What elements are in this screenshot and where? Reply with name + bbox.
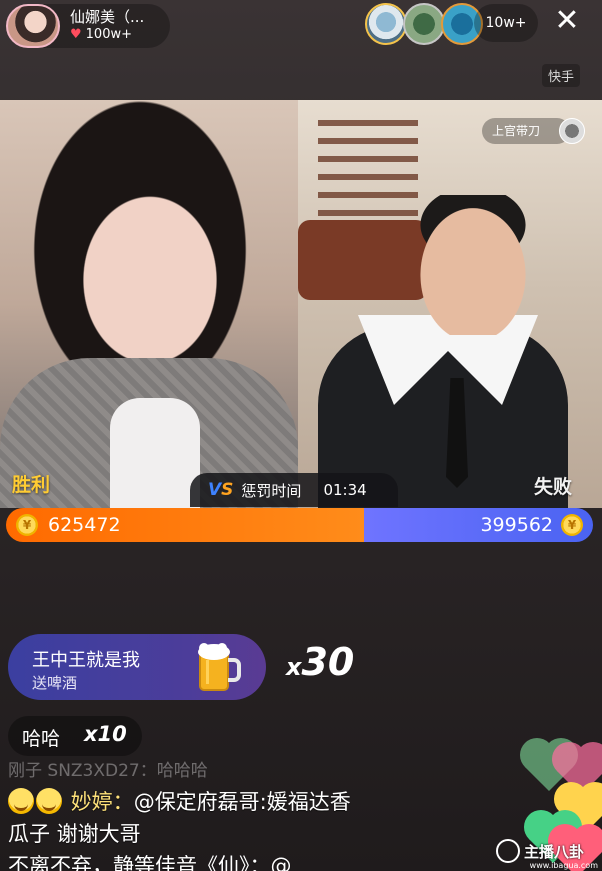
- pk-score-bar: ¥ 625472 399562 ¥: [6, 508, 593, 542]
- opponent-avatar[interactable]: [559, 118, 585, 144]
- chat-list[interactable]: 刚子 SNZ3XD27：哈哈哈 妙婷：@保定府磊哥:媛福达香 瓜子 谢谢大哥 不…: [8, 760, 508, 871]
- live-stream-screen: 仙娜美（... ♥ 100w+ 10w+ ✕ 快手 上官带刀 胜利 失败 VS …: [0, 0, 602, 871]
- chat-text: @保定府磊哥:媛福达香: [133, 790, 351, 814]
- host-name: 仙娜美（...: [70, 8, 145, 26]
- host-avatar[interactable]: [6, 4, 60, 48]
- viewer-avatar[interactable]: [403, 3, 445, 45]
- host-likes: ♥ 100w+: [70, 26, 144, 44]
- host-info: 仙娜美（... ♥ 100w+: [70, 8, 144, 44]
- vs-icon: VS: [208, 480, 234, 500]
- watermark-logo-icon: [496, 839, 520, 863]
- close-icon[interactable]: ✕: [551, 6, 583, 38]
- opponent-video[interactable]: [298, 100, 602, 508]
- opponent-score: 399562: [480, 514, 553, 536]
- chat-message: 刚子 SNZ3XD27：哈哈哈: [8, 761, 208, 781]
- phase-label: 惩罚时间: [241, 481, 302, 500]
- combo-count: x10: [84, 722, 127, 746]
- host-video[interactable]: [0, 100, 298, 508]
- coin-icon: ¥: [561, 514, 583, 536]
- viewer-count[interactable]: 10w+: [474, 4, 538, 42]
- opponent-name-tag[interactable]: 上官带刀: [482, 118, 571, 144]
- coin-icon: ¥: [16, 514, 38, 536]
- chat-message: 妙婷：@保定府磊哥:媛福达香: [8, 786, 508, 818]
- combo-chip: 哈哈 x10: [8, 716, 142, 756]
- watermark: 主播八卦 www.ibagua.com: [496, 834, 602, 870]
- chat-message: 不离不弃，静等佳音《仙》：@: [8, 854, 292, 871]
- gift-multiplier: x30: [286, 640, 354, 684]
- opponent-score-fill: 399562 ¥: [364, 508, 593, 542]
- gift-banner: 王中王就是我 送啤酒: [8, 634, 266, 700]
- host-score: 625472: [48, 514, 121, 536]
- watermark-text: 主播八卦: [524, 842, 585, 861]
- viewer-avatar[interactable]: [365, 3, 407, 45]
- opponent-video-sofa: [298, 220, 428, 300]
- chat-username[interactable]: 妙婷：: [71, 790, 134, 814]
- host-video-shirt: [110, 398, 200, 508]
- timer-value: 01:34: [323, 481, 367, 499]
- watermark-url: www.ibagua.com: [529, 861, 598, 870]
- host-score-fill: ¥ 625472: [6, 508, 365, 542]
- opponent-result-label: 失败: [534, 476, 573, 498]
- chat-message-continued: 瓜子 谢谢大哥: [8, 822, 141, 846]
- opponent-video-face: [418, 195, 528, 335]
- smile-emoji-icon: [8, 788, 34, 814]
- beer-icon: [198, 643, 241, 691]
- host-likes-count: 100w+: [85, 27, 132, 42]
- gift-multiplier-prefix: x: [286, 653, 302, 681]
- viewer-avatars[interactable]: [365, 2, 483, 46]
- gift-multiplier-count: 30: [301, 640, 355, 684]
- smile-emoji-icon: [36, 788, 62, 814]
- combo-text: 哈哈: [22, 728, 61, 750]
- gift-sender: 王中王就是我: [32, 650, 140, 671]
- host-result-label: 胜利: [12, 474, 51, 496]
- punish-timer: VS 惩罚时间 01:34: [190, 473, 398, 507]
- brand-badge: 快手: [542, 64, 581, 87]
- heart-icon: ♥: [70, 27, 82, 42]
- host-info-chip[interactable]: 仙娜美（... ♥ 100w+: [6, 4, 170, 48]
- gift-action: 送啤酒: [32, 674, 78, 692]
- pk-video-area: [0, 100, 602, 508]
